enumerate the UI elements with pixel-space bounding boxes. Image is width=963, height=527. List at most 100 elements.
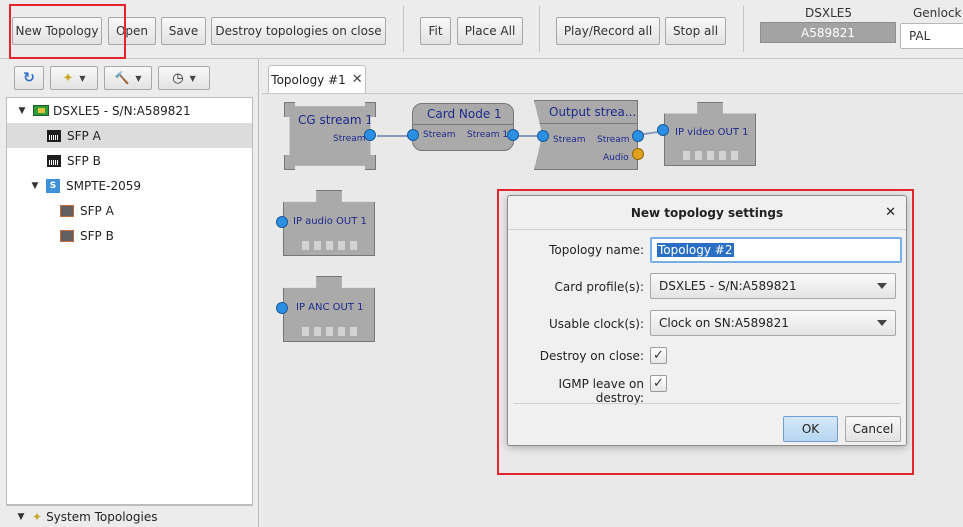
output-port-dot[interactable] [364,129,376,141]
chevron-down-icon: ▼ [79,73,86,83]
card-node[interactable]: Card Node 1 Stream Stream 1 [412,103,514,151]
node-title: IP ANC OUT 1 [296,302,364,313]
add-stream-dropdown[interactable]: ✦ ▼ [50,66,98,90]
node-title: CG stream 1 [298,113,373,127]
chevron-down-icon: ▼ [189,73,196,83]
open-button[interactable]: Open [108,17,156,45]
node-divider [413,124,513,125]
tools-dropdown[interactable]: 🔨 ▼ [104,66,152,90]
node-divider [535,123,638,124]
toolbar-separator [743,6,744,52]
tree-item-smpte-sfp-a[interactable]: SFP A [7,198,252,223]
system-topologies-section[interactable]: ▼ ✦ System Topologies [6,505,253,527]
device-tree: ▼ DSXLE5 - S/N:A589821 SFP A SFP B ▼ S S… [6,97,253,505]
cancel-button[interactable]: Cancel [845,416,901,442]
sfp-clock-icon [60,204,74,217]
topology-name-input[interactable]: Topology #2 [650,237,902,263]
chevron-down-icon: ▼ [135,73,142,83]
dialog-title: New topology settings [508,196,906,230]
igmp-leave-checkbox[interactable]: ✓ [650,375,667,392]
destroy-topologies-on-close-button[interactable]: Destroy topologies on close [211,17,386,45]
smpte-clock-icon: S [46,178,60,193]
tree-item-label: SFP B [80,228,114,243]
tree-item-sfp-a[interactable]: SFP A [7,123,252,148]
fit-button[interactable]: Fit [420,17,451,45]
usable-clocks-select[interactable]: Clock on SN:A589821 [650,310,896,336]
save-button[interactable]: Save [161,17,206,45]
ip-audio-out-node[interactable]: IP audio OUT 1 [283,190,375,256]
port-label: Stream [333,134,366,144]
node-title: Output strea... [549,105,637,119]
collapse-arrow-icon[interactable]: ▼ [15,106,29,116]
tree-item-smpte-sfp-b[interactable]: SFP B [7,223,252,248]
igmp-leave-label: IGMP leave on destroy: [558,377,644,405]
node-title: IP video OUT 1 [675,127,749,138]
audio-port-dot[interactable] [632,148,644,160]
input-port-dot[interactable] [657,124,669,136]
destroy-on-close-checkbox[interactable]: ✓ [650,347,667,364]
close-icon[interactable]: ✕ [352,72,363,87]
topology-name-label: Topology name: [549,243,644,257]
tab-label: Topology #1 [271,72,346,87]
new-topology-button[interactable]: New Topology [12,17,102,45]
checkmark-icon: ✓ [653,348,664,363]
port-label: Stream [597,135,630,145]
topology-name-value: Topology #2 [657,243,734,257]
refresh-button[interactable]: ↻ [14,66,44,90]
port-label: Stream [553,135,586,145]
chevron-down-icon [877,320,887,326]
input-port-dot[interactable] [276,302,288,314]
card-profiles-value: DSXLE5 - S/N:A589821 [659,279,797,293]
cg-stream-node[interactable]: CG stream 1 Stream [284,102,376,170]
place-all-button[interactable]: Place All [457,17,523,45]
tree-item-label: DSXLE5 - S/N:A589821 [53,103,191,118]
genlock-select[interactable]: PAL [900,23,963,49]
tree-item-label: SFP B [67,153,101,168]
main-toolbar: New Topology Open Save Destroy topologie… [0,0,963,59]
close-icon[interactable]: ✕ [885,205,896,220]
port-slots [302,327,357,336]
node-title: IP audio OUT 1 [293,216,367,227]
ok-button[interactable]: OK [783,416,838,442]
refresh-icon: ↻ [23,70,35,86]
port-slots [302,241,357,250]
output-port-dot[interactable] [632,130,644,142]
tab-topology-1[interactable]: Topology #1 ✕ [268,65,366,93]
sfp-clock-icon [60,229,74,242]
collapse-arrow-icon[interactable]: ▼ [28,181,42,191]
play-record-all-button[interactable]: Play/Record all [556,17,660,45]
output-port-dot[interactable] [507,129,519,141]
input-port-dot[interactable] [276,216,288,228]
tree-item-label: SMPTE-2059 [66,178,141,193]
card-profiles-label: Card profile(s): [554,280,644,294]
toolbar-separator [403,6,404,52]
dialog-separator [514,403,900,404]
chevron-down-icon [877,283,887,289]
collapse-arrow-icon[interactable]: ▼ [14,512,28,522]
clock-dropdown[interactable]: ◷ ▼ [158,66,210,90]
checkmark-icon: ✓ [653,376,664,391]
input-port-dot[interactable] [537,130,549,142]
tree-item-dsxle5[interactable]: ▼ DSXLE5 - S/N:A589821 [7,98,252,123]
tree-item-sfp-b[interactable]: SFP B [7,148,252,173]
input-port-dot[interactable] [407,129,419,141]
ip-video-out-node[interactable]: IP video OUT 1 [664,102,756,166]
magic-wand-icon: ✦ [62,70,74,86]
tree-item-label: SFP A [80,203,114,218]
stop-all-button[interactable]: Stop all [665,17,726,45]
node-title: Card Node 1 [427,107,502,121]
usable-clocks-label: Usable clock(s): [548,317,644,331]
tree-item-smpte-2059[interactable]: ▼ S SMPTE-2059 [7,173,252,198]
card-icon [33,105,49,116]
ip-anc-out-node[interactable]: IP ANC OUT 1 [283,276,375,342]
tree-item-label: SFP A [67,128,101,143]
card-profiles-select[interactable]: DSXLE5 - S/N:A589821 [650,273,896,299]
port-label: Stream [423,130,456,140]
hammer-icon: 🔨 [114,71,130,85]
system-topologies-label: System Topologies [46,509,158,524]
usable-clocks-value: Clock on SN:A589821 [659,316,789,330]
magic-wand-icon: ✦ [32,509,43,524]
sfp-port-icon [47,129,61,142]
output-stream-node[interactable]: Output strea... Stream Stream Audio [534,100,638,170]
device-name-label: DSXLE5 [805,6,852,20]
